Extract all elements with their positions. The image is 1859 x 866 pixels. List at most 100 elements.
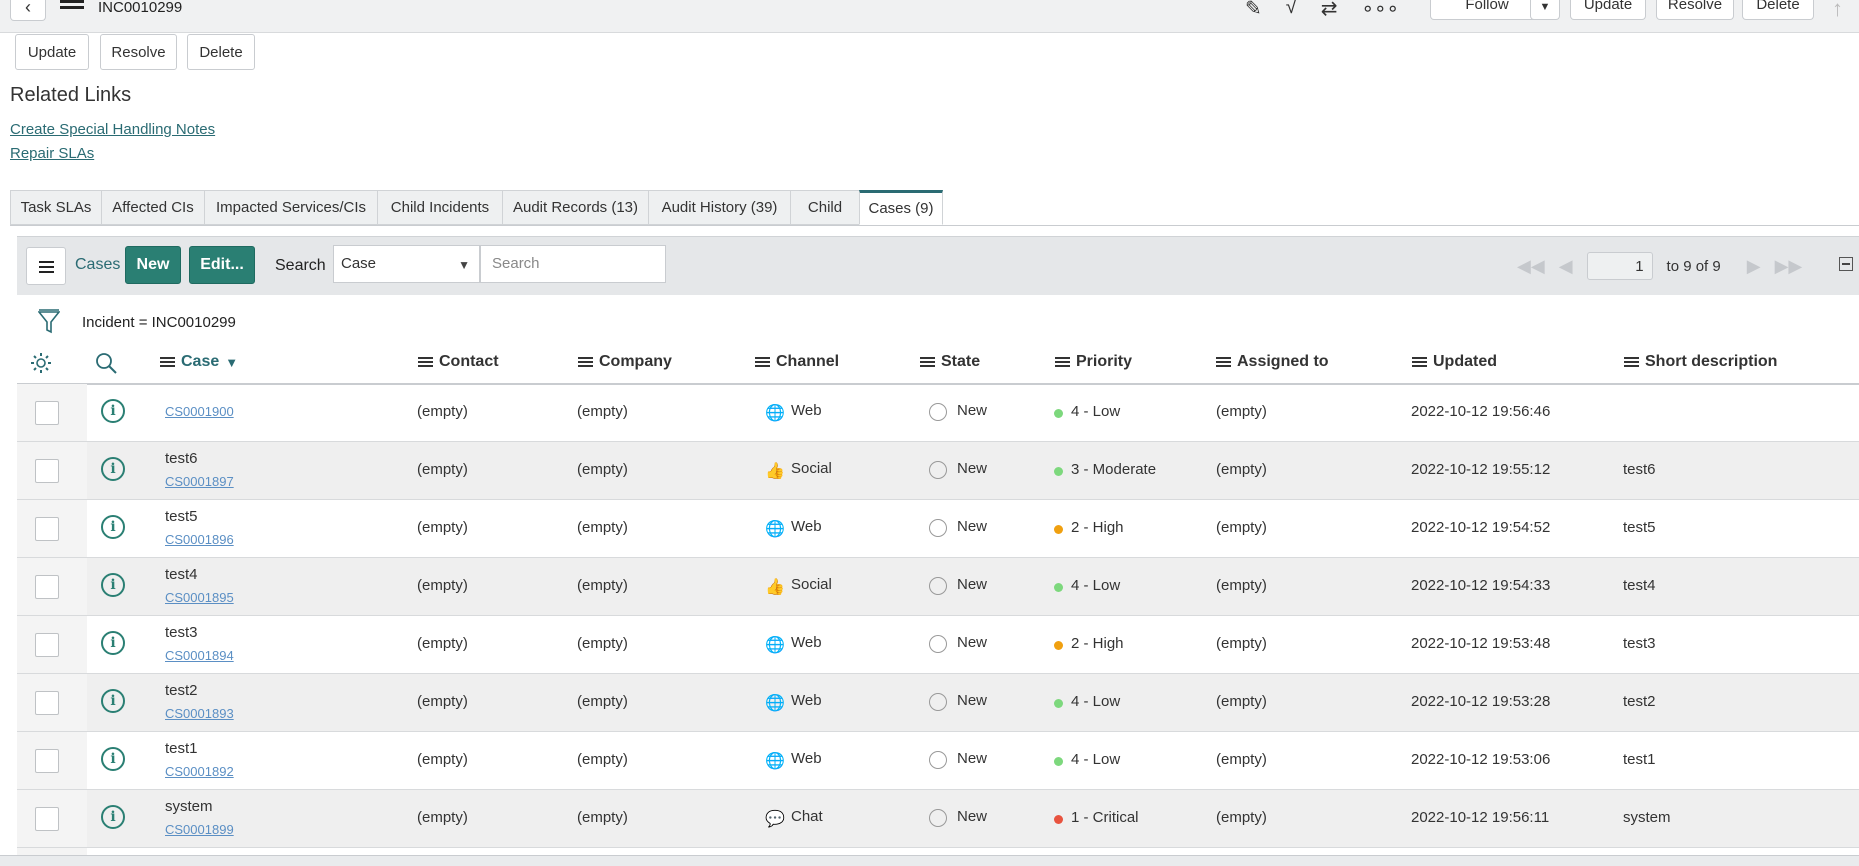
column-header-state[interactable]: State [920,353,980,371]
row-checkbox[interactable] [35,807,59,831]
row-checkbox[interactable] [35,517,59,541]
update-button[interactable]: Update [15,34,89,70]
column-menu-icon[interactable] [418,356,433,368]
tab-cases[interactable]: Cases (9) [859,190,943,225]
case-number-link[interactable]: CS0001899 [165,822,234,837]
company-cell: (empty) [577,693,628,710]
info-icon[interactable]: i [101,805,125,829]
case-name: test5 [165,508,198,525]
edit-button[interactable]: Edit... [189,246,255,284]
info-icon[interactable]: i [101,457,125,481]
tab-audit-history[interactable]: Audit History (39) [648,190,790,225]
table-row[interactable]: i test1 CS0001892 (empty) (empty) 🌐 Web … [17,732,1859,790]
column-menu-icon[interactable] [1216,356,1231,368]
tab-task-slas[interactable]: Task SLAs [10,190,101,225]
column-header-case[interactable]: Case ▼ [160,353,238,371]
list-title[interactable]: Cases [75,256,120,274]
next-page-icon[interactable]: ▶ [1747,256,1761,277]
column-header-updated[interactable]: Updated [1412,353,1497,371]
follow-dropdown-button[interactable]: ▼ [1530,0,1560,20]
table-row[interactable]: i CS0001900 (empty) (empty) 🌐 Web New 4 … [17,384,1859,442]
filter-breadcrumb[interactable]: Incident = INC0010299 [82,314,236,331]
column-menu-icon[interactable] [160,356,175,368]
row-checkbox[interactable] [35,633,59,657]
priority-indicator-icon [1054,757,1063,766]
channel-cell: Social [791,460,832,477]
row-checkbox[interactable] [35,401,59,425]
table-row[interactable]: i test5 CS0001896 (empty) (empty) 🌐 Web … [17,500,1859,558]
case-number-link[interactable]: CS0001895 [165,590,234,605]
horizontal-scrollbar[interactable] [0,855,1859,866]
table-row[interactable]: i test4 CS0001895 (empty) (empty) 👍 Soci… [17,558,1859,616]
channel-cell: Web [791,518,822,535]
previous-page-icon[interactable]: ◀ [1559,256,1573,277]
activity-icon[interactable]: √ [1286,0,1297,21]
info-icon[interactable]: i [101,515,125,539]
row-checkbox[interactable] [35,749,59,773]
create-special-handling-notes-link[interactable]: Create Special Handling Notes [10,121,215,138]
row-checkbox[interactable] [35,575,59,599]
column-menu-icon[interactable] [1055,356,1070,368]
new-button[interactable]: New [125,246,181,284]
follow-button[interactable]: Follow [1430,0,1544,20]
row-select-cell [17,616,87,673]
tab-child[interactable]: Child [790,190,859,225]
header-delete-button[interactable]: Delete [1742,0,1814,20]
column-menu-icon[interactable] [920,356,935,368]
search-input[interactable]: Search [480,245,666,283]
tab-impacted-services[interactable]: Impacted Services/CIs [204,190,377,225]
info-icon[interactable]: i [101,689,125,713]
first-page-icon[interactable]: ◀◀ [1517,256,1545,277]
page-number-input[interactable]: 1 [1586,252,1653,280]
list-context-menu-button[interactable] [26,247,66,285]
info-icon[interactable]: i [101,631,125,655]
repair-slas-link[interactable]: Repair SLAs [10,145,94,162]
more-options-icon[interactable]: ∘∘∘ [1362,0,1400,21]
column-menu-icon[interactable] [1412,356,1427,368]
column-header-company[interactable]: Company [578,353,672,371]
column-header-channel[interactable]: Channel [755,353,839,371]
filter-icon[interactable] [38,309,60,335]
search-icon[interactable] [94,351,118,375]
table-row[interactable]: i test3 CS0001894 (empty) (empty) 🌐 Web … [17,616,1859,674]
column-menu-icon[interactable] [755,356,770,368]
tab-child-incidents[interactable]: Child Incidents [377,190,502,225]
scroll-to-top-icon[interactable]: ↑ [1832,0,1843,22]
column-header-priority[interactable]: Priority [1055,353,1132,371]
table-row[interactable]: i test2 CS0001893 (empty) (empty) 🌐 Web … [17,674,1859,732]
back-button[interactable]: ‹ [10,0,46,21]
table-row[interactable]: i system CS0001899 (empty) (empty) 💬 Cha… [17,790,1859,848]
case-number-link[interactable]: CS0001900 [165,404,234,419]
collapse-list-icon[interactable] [1839,257,1853,271]
paperclip-icon[interactable]: ✎ [1245,0,1262,21]
last-page-icon[interactable]: ▶▶ [1775,256,1803,277]
column-header-assigned-to[interactable]: Assigned to [1216,353,1329,371]
column-menu-icon[interactable] [1624,356,1639,368]
channel-cell: Social [791,576,832,593]
table-row[interactable]: i test6 CS0001897 (empty) (empty) 👍 Soci… [17,442,1859,500]
settings-sliders-icon[interactable]: ⇄ [1321,0,1338,21]
case-number-link[interactable]: CS0001892 [165,764,234,779]
header-update-button[interactable]: Update [1570,0,1646,20]
column-menu-icon[interactable] [578,356,593,368]
row-checkbox[interactable] [35,691,59,715]
delete-button[interactable]: Delete [187,34,255,70]
info-icon[interactable]: i [101,399,125,423]
case-number-link[interactable]: CS0001893 [165,706,234,721]
header-resolve-button[interactable]: Resolve [1656,0,1734,20]
info-icon[interactable]: i [101,573,125,597]
column-header-short-description[interactable]: Short description [1624,353,1777,371]
gear-icon[interactable] [29,351,53,375]
column-header-contact[interactable]: Contact [418,353,499,371]
row-checkbox[interactable] [35,459,59,483]
hamburger-menu-icon[interactable] [60,0,84,14]
search-field-select[interactable]: Case ▼ [333,245,480,283]
sort-descending-icon: ▼ [225,354,239,370]
case-number-link[interactable]: CS0001896 [165,532,234,547]
tab-audit-records[interactable]: Audit Records (13) [502,190,648,225]
resolve-button[interactable]: Resolve [100,34,177,70]
info-icon[interactable]: i [101,747,125,771]
case-number-link[interactable]: CS0001894 [165,648,234,663]
case-number-link[interactable]: CS0001897 [165,474,234,489]
tab-affected-cis[interactable]: Affected CIs [101,190,204,225]
